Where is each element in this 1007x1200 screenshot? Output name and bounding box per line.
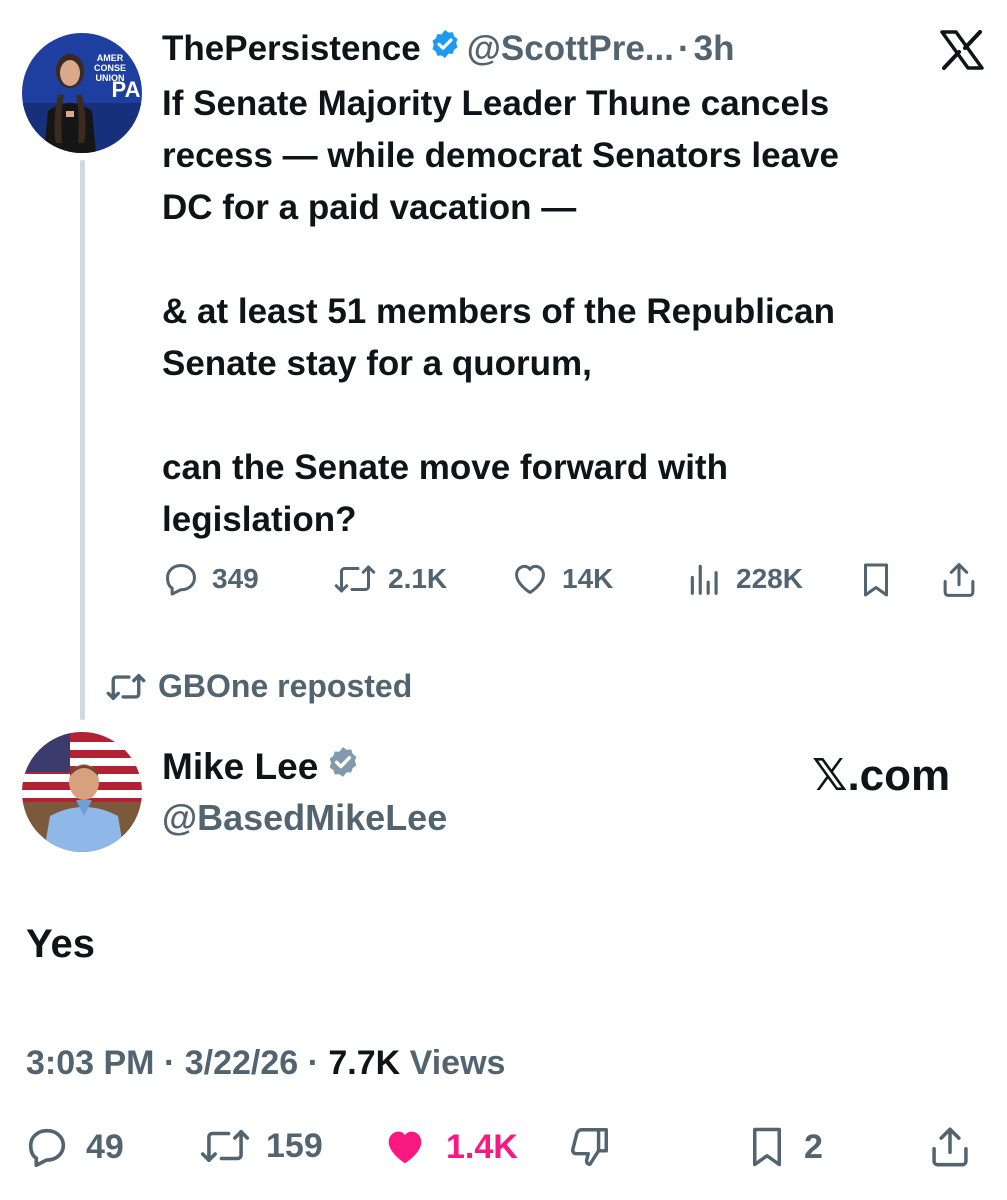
share-icon	[932, 1127, 968, 1167]
x-logo-icon[interactable]	[940, 30, 984, 75]
header-separator: ·	[677, 28, 690, 68]
heart-filled-icon	[388, 1131, 422, 1164]
svg-text:PA: PA	[112, 77, 141, 102]
body-line: recess — while democrat Senators leave	[162, 136, 839, 175]
views-button[interactable]: 228K	[686, 560, 803, 598]
bookmark-button[interactable]: 2	[746, 1124, 823, 1170]
like-button[interactable]: 14K	[510, 560, 613, 598]
body-line: If Senate Majority Leader Thune cancels	[162, 84, 830, 123]
x-com-brand: 𝕏.com	[812, 751, 951, 800]
gray-verified-badge-icon	[326, 745, 360, 788]
tweet-meta: 3:03 PM · 3/22/26 · 7.7K Views	[26, 1044, 505, 1083]
author-avatar-mikelee[interactable]	[22, 732, 142, 852]
tweet-date[interactable]: 3/22/26	[185, 1044, 298, 1082]
like-count: 1.4K	[446, 1127, 518, 1166]
reply-icon	[28, 1128, 66, 1168]
svg-text:AMER: AMER	[97, 53, 124, 63]
author-handle[interactable]: @BasedMikeLee	[162, 797, 447, 839]
repost-button[interactable]: 2.1K	[334, 560, 447, 598]
body-line: legislation?	[162, 500, 357, 539]
author-avatar-thepersistence[interactable]: AMER CONSE UNION PA	[22, 33, 142, 153]
dislike-button[interactable]	[566, 1124, 628, 1170]
repost-count: 2.1K	[388, 563, 448, 594]
quoted-tweet-header: ThePersistence @ScottPre... · 3h	[162, 28, 735, 69]
main-tweet-actions: 49 159 1.4K 2	[24, 1124, 984, 1180]
thumbs-down-icon	[570, 1128, 608, 1166]
views-label: Views	[400, 1044, 506, 1082]
meta-separator: ·	[154, 1044, 185, 1082]
bookmark-icon	[753, 1127, 781, 1167]
views-count: 7.7K	[328, 1044, 401, 1082]
repost-icon	[334, 565, 376, 593]
thread-connector-line	[80, 160, 85, 720]
body-line: can the Senate move forward with	[162, 448, 728, 487]
like-button[interactable]: 1.4K	[380, 1124, 518, 1170]
reply-button[interactable]: 349	[162, 560, 259, 598]
body-line: DC for a paid vacation —	[162, 188, 577, 227]
svg-text:CONSE: CONSE	[94, 63, 126, 73]
reply-count: 49	[86, 1127, 124, 1166]
heart-icon	[515, 564, 545, 594]
repost-notice-text: GBOne reposted	[158, 668, 413, 704]
reply-icon	[166, 564, 196, 596]
body-line: Senate stay for a quorum,	[162, 344, 592, 383]
share-button[interactable]	[928, 1124, 988, 1170]
repost-button[interactable]: 159	[200, 1124, 323, 1168]
main-tweet-text: Yes	[26, 922, 95, 966]
views-chart-icon	[690, 564, 718, 595]
verified-badge-icon	[429, 28, 461, 69]
body-line: & at least 51 members of the Republican	[162, 292, 835, 331]
tweet-time[interactable]: 3:03 PM	[26, 1044, 155, 1082]
share-button[interactable]	[940, 560, 990, 600]
main-tweet-author: Mike Lee	[162, 745, 360, 788]
repost-count: 159	[266, 1126, 323, 1165]
reply-count: 349	[212, 563, 259, 594]
author-handle[interactable]: @ScottPre...	[467, 29, 674, 69]
repost-icon	[106, 673, 146, 700]
bookmark-button[interactable]	[858, 560, 906, 600]
meta-separator: ·	[298, 1044, 329, 1082]
quoted-tweet-actions: 349 2.1K 14K 228K	[162, 560, 982, 604]
repost-icon	[200, 1129, 250, 1163]
repost-notice[interactable]: GBOne reposted	[106, 668, 412, 705]
share-icon	[943, 563, 975, 597]
tweet-timestamp[interactable]: 3h	[694, 29, 735, 69]
views-count: 228K	[736, 563, 803, 594]
bookmark-count: 2	[804, 1127, 823, 1166]
author-name[interactable]: ThePersistence	[162, 29, 421, 69]
bookmark-icon	[864, 563, 888, 597]
like-count: 14K	[562, 563, 614, 594]
quoted-tweet-body: If Senate Majority Leader Thune cancels …	[162, 78, 982, 546]
reply-button[interactable]: 49	[24, 1124, 124, 1170]
author-name[interactable]: Mike Lee	[162, 746, 318, 788]
